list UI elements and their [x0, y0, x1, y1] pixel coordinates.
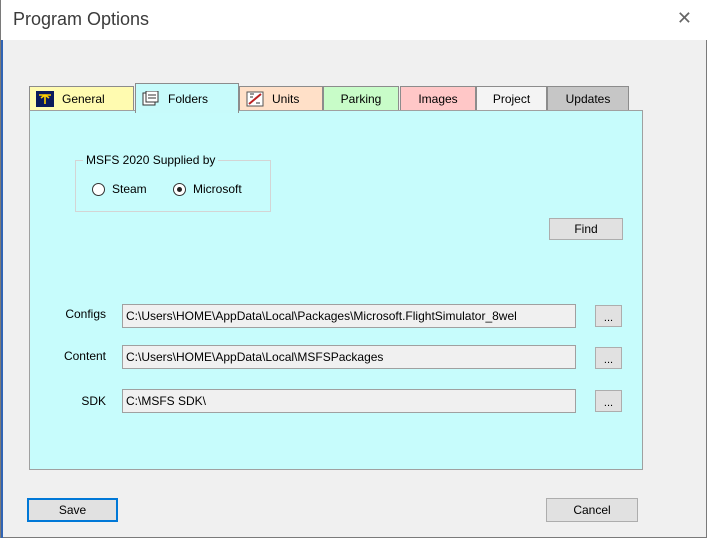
- tab-general-label: General: [62, 92, 105, 106]
- tab-updates-label: Updates: [565, 92, 611, 106]
- tab-updates[interactable]: Updates: [547, 86, 629, 111]
- tab-folders[interactable]: Folders: [135, 83, 239, 113]
- tab-project[interactable]: Project: [476, 86, 547, 111]
- title-bar: Program Options ✕: [1, 0, 707, 40]
- folders-panel: MSFS 2020 Supplied by Steam Microsoft Fi…: [29, 110, 643, 470]
- window-left-edge: [1, 40, 3, 538]
- sdk-label: SDK: [81, 394, 106, 408]
- supplied-by-group: MSFS 2020 Supplied by Steam Microsoft: [75, 153, 271, 212]
- radio-steam-label: Steam: [112, 182, 147, 196]
- tab-units[interactable]: Units: [239, 86, 323, 111]
- tab-general[interactable]: General: [29, 86, 134, 111]
- configs-path-field[interactable]: C:\Users\HOME\AppData\Local\Packages\Mic…: [122, 304, 576, 328]
- radio-steam-row[interactable]: Steam: [92, 182, 147, 196]
- tab-images-label: Images: [418, 92, 458, 106]
- configs-browse-button[interactable]: ...: [595, 305, 622, 327]
- supplied-by-label: MSFS 2020 Supplied by: [83, 153, 219, 167]
- units-icon: [246, 91, 264, 107]
- sdk-browse-button[interactable]: ...: [595, 390, 622, 412]
- content-label: Content: [63, 349, 106, 363]
- content-browse-button[interactable]: ...: [595, 347, 622, 369]
- tab-images[interactable]: Images: [400, 86, 476, 111]
- general-icon: [36, 91, 54, 107]
- folders-icon: [142, 90, 160, 107]
- tab-units-label: Units: [272, 92, 300, 106]
- tab-folders-label: Folders: [168, 91, 209, 106]
- save-button[interactable]: Save: [27, 498, 118, 522]
- sdk-path-field[interactable]: C:\MSFS SDK\: [122, 389, 576, 413]
- tab-parking[interactable]: Parking: [323, 86, 399, 111]
- radio-microsoft-row[interactable]: Microsoft: [173, 182, 242, 196]
- cancel-button[interactable]: Cancel: [546, 498, 638, 522]
- radio-steam[interactable]: [92, 182, 105, 196]
- find-button[interactable]: Find: [549, 218, 623, 240]
- close-icon[interactable]: ✕: [677, 8, 692, 28]
- radio-microsoft-label: Microsoft: [193, 182, 242, 196]
- program-options-window: Program Options ✕ General Folders Units …: [0, 0, 707, 538]
- tab-parking-label: Parking: [340, 92, 382, 106]
- content-path-field[interactable]: C:\Users\HOME\AppData\Local\MSFSPackages: [122, 345, 576, 369]
- radio-microsoft[interactable]: [173, 182, 186, 196]
- tab-project-label: Project: [492, 92, 531, 106]
- window-title: Program Options: [13, 9, 150, 29]
- configs-label: Configs: [65, 307, 106, 321]
